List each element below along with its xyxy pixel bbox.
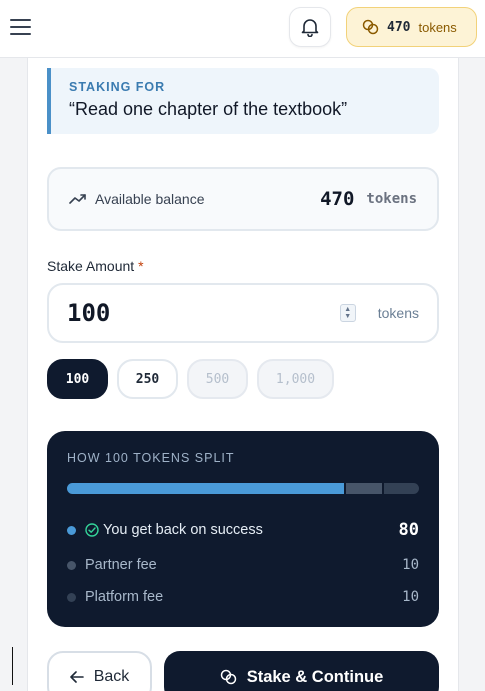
split-row-partner-value: 10 xyxy=(402,557,419,573)
stake-amount-label-text: Stake Amount xyxy=(47,258,135,274)
coins-icon xyxy=(362,19,379,35)
split-bar-return xyxy=(67,483,344,494)
stake-amount-input[interactable]: 100 ▲ ▼ tokens xyxy=(47,283,439,343)
staking-for-label: STAKING FOR xyxy=(69,80,166,94)
token-split-title: HOW 100 TOKENS SPLIT xyxy=(67,451,235,465)
stake-continue-button[interactable]: Stake & Continue xyxy=(164,651,439,691)
stake-continue-label: Stake & Continue xyxy=(246,667,384,686)
notifications-button[interactable] xyxy=(289,7,331,47)
split-row-partner: Partner fee 10 xyxy=(67,557,419,573)
token-balance-chip[interactable]: 470 tokens xyxy=(346,7,477,47)
bell-icon xyxy=(301,19,319,37)
preset-500-button[interactable]: 500 xyxy=(187,359,248,399)
token-split-bar xyxy=(67,483,419,494)
split-row-platform-label: Platform fee xyxy=(85,589,164,605)
split-row-return: You get back on success 80 xyxy=(67,520,419,540)
staking-for-title: “Read one chapter of the textbook” xyxy=(69,99,348,119)
preset-amounts: 100 250 500 1,000 xyxy=(47,359,334,399)
required-mark: * xyxy=(138,258,144,274)
preset-250-button[interactable]: 250 xyxy=(117,359,178,399)
staking-for-panel: STAKING FOR “Read one chapter of the tex… xyxy=(47,68,439,134)
text-cursor xyxy=(12,647,13,685)
preset-100-button[interactable]: 100 xyxy=(47,359,108,399)
stake-amount-stepper[interactable]: ▲ ▼ xyxy=(339,304,356,322)
available-balance-panel: Available balance 470 tokens xyxy=(47,167,439,231)
partner-dot xyxy=(67,560,76,570)
stake-amount-unit: tokens xyxy=(377,305,419,321)
coins-icon xyxy=(220,669,236,685)
token-balance-unit: tokens xyxy=(418,19,457,35)
available-balance-label: Available balance xyxy=(95,191,205,207)
chevron-up-icon[interactable]: ▲ xyxy=(344,306,351,313)
split-row-platform: Platform fee 10 xyxy=(67,589,419,605)
token-split-panel: HOW 100 TOKENS SPLIT You get back on suc… xyxy=(47,431,439,627)
arrow-left-icon xyxy=(69,671,84,683)
stake-amount-value[interactable]: 100 xyxy=(67,299,340,327)
trending-up-icon xyxy=(69,194,86,204)
preset-1000-button[interactable]: 1,000 xyxy=(257,359,334,399)
split-row-return-value: 80 xyxy=(398,520,419,540)
top-bar: 470 tokens xyxy=(0,0,485,58)
split-row-return-label: You get back on success xyxy=(103,522,263,538)
menu-icon[interactable] xyxy=(10,16,32,36)
stake-amount-label: Stake Amount * xyxy=(47,258,144,274)
chevron-down-icon[interactable]: ▼ xyxy=(344,313,351,320)
back-button[interactable]: Back xyxy=(47,651,152,691)
token-balance-value: 470 xyxy=(387,19,411,35)
available-balance-unit: tokens xyxy=(366,191,417,207)
split-bar-platform xyxy=(384,483,419,494)
available-balance-value: 470 xyxy=(320,188,355,210)
return-dot xyxy=(67,525,76,535)
check-circle-icon xyxy=(85,523,99,537)
split-bar-partner xyxy=(346,483,382,494)
split-row-platform-value: 10 xyxy=(402,589,419,605)
split-row-partner-label: Partner fee xyxy=(85,557,157,573)
platform-dot xyxy=(67,592,76,602)
back-button-label: Back xyxy=(93,668,130,685)
